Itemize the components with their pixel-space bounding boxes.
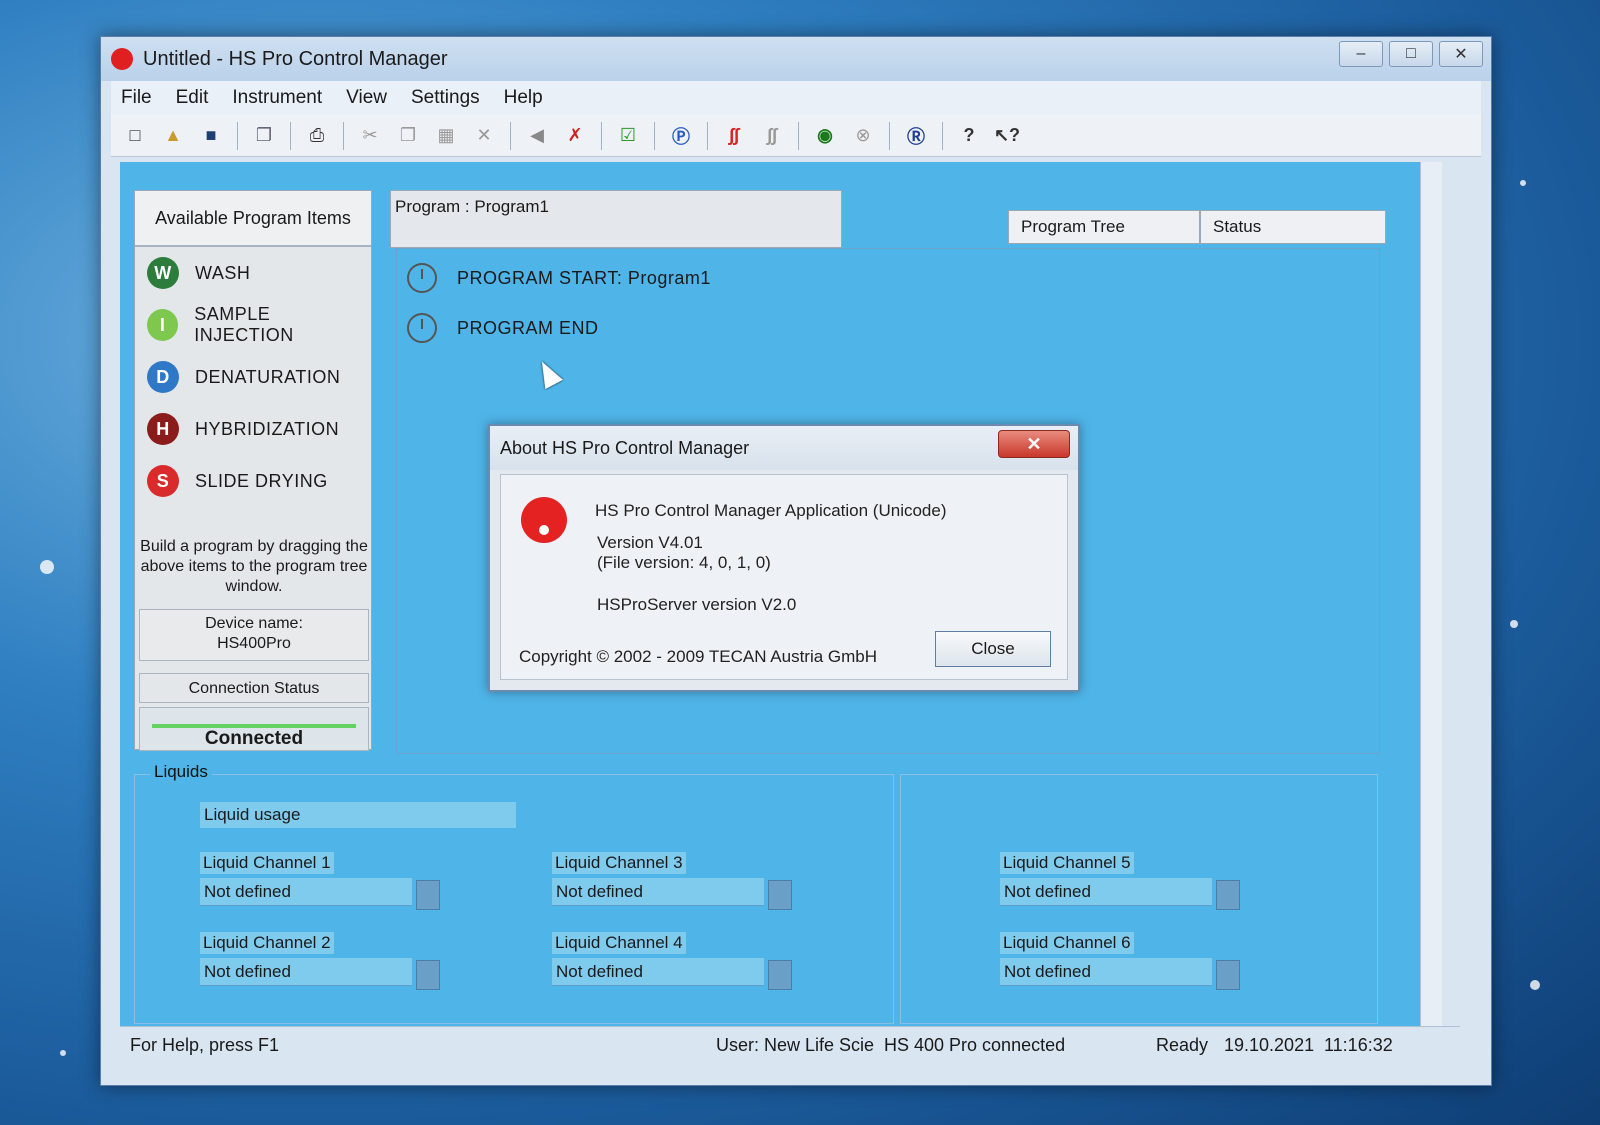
menu-edit[interactable]: Edit (176, 87, 209, 109)
paste-icon[interactable]: ▦ (432, 122, 460, 150)
heat-off-icon[interactable]: ∫∫ (758, 122, 786, 150)
go-icon[interactable]: ◉ (811, 122, 839, 150)
window-title: Untitled - HS Pro Control Manager (143, 47, 448, 70)
background-star (1510, 620, 1518, 628)
cut-icon[interactable]: ✂ (356, 122, 384, 150)
maximize-button[interactable]: □ (1389, 41, 1433, 67)
background-star (40, 560, 54, 574)
menu-bar: File Edit Instrument View Settings Help (111, 81, 1481, 115)
menu-help[interactable]: Help (504, 87, 543, 109)
back-icon[interactable]: ◀ (523, 122, 551, 150)
print-icon[interactable]: ⎙ (303, 122, 331, 150)
minimize-button[interactable]: – (1339, 41, 1383, 67)
copy-icon[interactable]: ❐ (394, 122, 422, 150)
delete-icon[interactable]: ✕ (470, 122, 498, 150)
open-icon[interactable]: ▲ (159, 122, 187, 150)
help-icon[interactable]: ? (955, 122, 983, 150)
close-button[interactable]: ✕ (1439, 41, 1483, 67)
toolbar: □ ▲ ■ ❐ ⎙ ✂ ❐ ▦ ✕ ◀ ✗ ☑ Ⓟ ∫∫ ∫∫ ◉ ⊗ Ⓡ ? … (111, 115, 1481, 157)
stop-icon[interactable]: ⊗ (849, 122, 877, 150)
title-bar[interactable]: Untitled - HS Pro Control Manager – □ ✕ (101, 37, 1491, 81)
p-icon[interactable]: Ⓟ (667, 122, 695, 150)
check-icon[interactable]: ☑ (614, 122, 642, 150)
menu-view[interactable]: View (346, 87, 387, 109)
main-window: Untitled - HS Pro Control Manager – □ ✕ … (100, 36, 1492, 1086)
app-icon (111, 48, 133, 70)
r-icon[interactable]: Ⓡ (902, 122, 930, 150)
background-star (1520, 180, 1526, 186)
menu-settings[interactable]: Settings (411, 87, 480, 109)
heat-icon[interactable]: ∫∫ (720, 122, 748, 150)
menu-file[interactable]: File (121, 87, 152, 109)
new-icon[interactable]: □ (121, 122, 149, 150)
background-star (60, 1050, 66, 1056)
context-help-icon[interactable]: ↖? (993, 122, 1021, 150)
background-star (1530, 980, 1540, 990)
menu-instrument[interactable]: Instrument (232, 87, 322, 109)
save-icon[interactable]: ■ (197, 122, 225, 150)
copy-window-icon[interactable]: ❐ (250, 122, 278, 150)
disconnect-icon[interactable]: ✗ (561, 122, 589, 150)
